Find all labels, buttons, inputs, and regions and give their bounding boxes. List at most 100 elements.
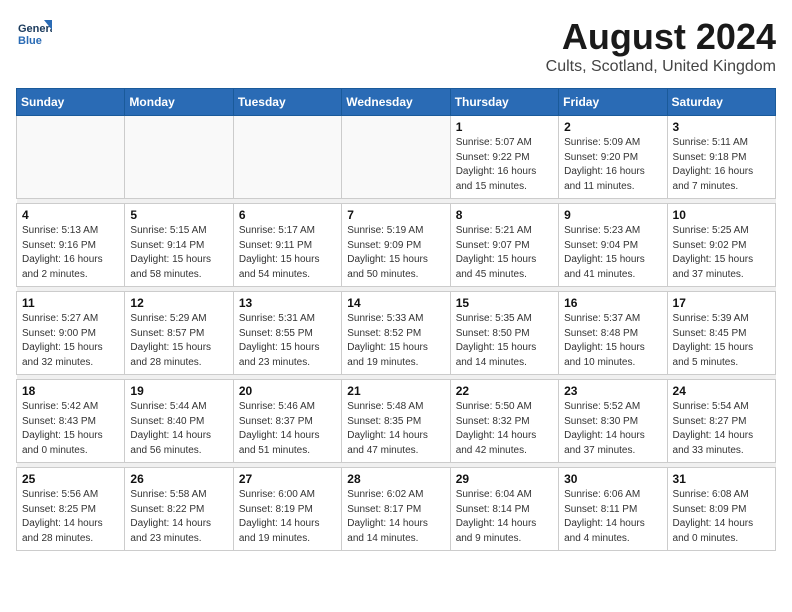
day-info: Sunrise: 5:21 AM Sunset: 9:07 PM Dayligh… [456, 224, 553, 282]
day-number: 31 [673, 472, 770, 486]
day-number: 3 [673, 120, 770, 134]
day-number: 17 [673, 296, 770, 310]
calendar-cell: 1 Sunrise: 5:07 AM Sunset: 9:22 PM Daylig… [450, 116, 558, 199]
day-info: Sunrise: 5:50 AM Sunset: 8:32 PM Dayligh… [456, 400, 553, 458]
svg-text:General: General [18, 23, 52, 35]
day-number: 1 [456, 120, 553, 134]
day-info: Sunrise: 5:46 AM Sunset: 8:37 PM Dayligh… [239, 400, 336, 458]
day-number: 5 [130, 208, 227, 222]
calendar-cell: 30Sunrise: 6:06 AM Sunset: 8:11 PM Dayli… [559, 468, 667, 551]
week-row-3: 11 Sunrise: 5:27 AM Sunset: 9:00 PM Dayli… [17, 292, 776, 375]
day-info: Sunrise: 5:23 AM Sunset: 9:04 PM Dayligh… [564, 224, 661, 282]
calendar-cell: 4Sunrise: 5:13 AM Sunset: 9:16 PM Daylig… [17, 204, 125, 287]
day-number: 27 [239, 472, 336, 486]
day-info: Sunrise: 5:33 AM Sunset: 8:52 PM Dayligh… [347, 312, 444, 370]
week-row-1: 1 Sunrise: 5:07 AM Sunset: 9:22 PM Daylig… [17, 116, 776, 199]
calendar-cell: 18 Sunrise: 5:42 AM Sunset: 8:43 PM Dayli… [17, 380, 125, 463]
weekday-header-wednesday: Wednesday [342, 89, 450, 116]
weekday-header-tuesday: Tuesday [233, 89, 341, 116]
day-info: Sunrise: 5:19 AM Sunset: 9:09 PM Dayligh… [347, 224, 444, 282]
day-info: Sunrise: 6:02 AM Sunset: 8:17 PM Dayligh… [347, 488, 444, 546]
weekday-header-friday: Friday [559, 89, 667, 116]
calendar-subtitle: Cults, Scotland, United Kingdom [546, 58, 776, 76]
week-row-4: 18 Sunrise: 5:42 AM Sunset: 8:43 PM Dayli… [17, 380, 776, 463]
day-info: Sunrise: 5:42 AM Sunset: 8:43 PM Dayligh… [22, 400, 119, 458]
calendar-cell: 29 Sunrise: 6:04 AM Sunset: 8:14 PM Dayli… [450, 468, 558, 551]
day-number: 9 [564, 208, 661, 222]
day-number: 16 [564, 296, 661, 310]
day-info: Sunrise: 5:52 AM Sunset: 8:30 PM Dayligh… [564, 400, 661, 458]
day-info: Sunrise: 5:48 AM Sunset: 8:35 PM Dayligh… [347, 400, 444, 458]
title-block: August 2024 Cults, Scotland, United King… [546, 16, 776, 76]
calendar-cell: 9 Sunrise: 5:23 AM Sunset: 9:04 PM Daylig… [559, 204, 667, 287]
calendar-cell: 19 Sunrise: 5:44 AM Sunset: 8:40 PM Dayli… [125, 380, 233, 463]
calendar-cell [342, 116, 450, 199]
day-info: Sunrise: 5:35 AM Sunset: 8:50 PM Dayligh… [456, 312, 553, 370]
day-number: 11 [22, 296, 119, 310]
day-number: 19 [130, 384, 227, 398]
day-number: 25 [22, 472, 119, 486]
day-number: 6 [239, 208, 336, 222]
day-number: 13 [239, 296, 336, 310]
calendar-cell: 6 Sunrise: 5:17 AM Sunset: 9:11 PM Daylig… [233, 204, 341, 287]
day-number: 18 [22, 384, 119, 398]
calendar-cell: 28 Sunrise: 6:02 AM Sunset: 8:17 PM Dayli… [342, 468, 450, 551]
day-info: Sunrise: 5:15 AM Sunset: 9:14 PM Dayligh… [130, 224, 227, 282]
weekday-header-monday: Monday [125, 89, 233, 116]
calendar-cell: 23Sunrise: 5:52 AM Sunset: 8:30 PM Dayli… [559, 380, 667, 463]
calendar-cell: 17 Sunrise: 5:39 AM Sunset: 8:45 PM Dayli… [667, 292, 775, 375]
week-row-2: 4Sunrise: 5:13 AM Sunset: 9:16 PM Daylig… [17, 204, 776, 287]
svg-text:Blue: Blue [18, 35, 42, 47]
weekday-header-saturday: Saturday [667, 89, 775, 116]
day-number: 22 [456, 384, 553, 398]
calendar-cell: 8 Sunrise: 5:21 AM Sunset: 9:07 PM Daylig… [450, 204, 558, 287]
week-row-5: 25 Sunrise: 5:56 AM Sunset: 8:25 PM Dayli… [17, 468, 776, 551]
day-number: 2 [564, 120, 661, 134]
day-info: Sunrise: 5:39 AM Sunset: 8:45 PM Dayligh… [673, 312, 770, 370]
calendar-title: August 2024 [546, 16, 776, 58]
day-info: Sunrise: 6:00 AM Sunset: 8:19 PM Dayligh… [239, 488, 336, 546]
calendar-cell: 11 Sunrise: 5:27 AM Sunset: 9:00 PM Dayli… [17, 292, 125, 375]
calendar-cell: 22 Sunrise: 5:50 AM Sunset: 8:32 PM Dayli… [450, 380, 558, 463]
calendar-cell: 20 Sunrise: 5:46 AM Sunset: 8:37 PM Dayli… [233, 380, 341, 463]
day-number: 24 [673, 384, 770, 398]
day-number: 8 [456, 208, 553, 222]
calendar-cell [17, 116, 125, 199]
day-info: Sunrise: 6:04 AM Sunset: 8:14 PM Dayligh… [456, 488, 553, 546]
day-info: Sunrise: 5:25 AM Sunset: 9:02 PM Dayligh… [673, 224, 770, 282]
calendar-cell: 16 Sunrise: 5:37 AM Sunset: 8:48 PM Dayli… [559, 292, 667, 375]
calendar-cell: 14 Sunrise: 5:33 AM Sunset: 8:52 PM Dayli… [342, 292, 450, 375]
calendar-cell: 2 Sunrise: 5:09 AM Sunset: 9:20 PM Daylig… [559, 116, 667, 199]
page-header: General Blue August 2024 Cults, Scotland… [16, 16, 776, 76]
day-info: Sunrise: 5:11 AM Sunset: 9:18 PM Dayligh… [673, 136, 770, 194]
day-info: Sunrise: 5:07 AM Sunset: 9:22 PM Dayligh… [456, 136, 553, 194]
day-info: Sunrise: 5:29 AM Sunset: 8:57 PM Dayligh… [130, 312, 227, 370]
day-number: 28 [347, 472, 444, 486]
weekday-header-sunday: Sunday [17, 89, 125, 116]
day-number: 21 [347, 384, 444, 398]
day-number: 26 [130, 472, 227, 486]
day-info: Sunrise: 5:56 AM Sunset: 8:25 PM Dayligh… [22, 488, 119, 546]
day-number: 7 [347, 208, 444, 222]
day-info: Sunrise: 5:37 AM Sunset: 8:48 PM Dayligh… [564, 312, 661, 370]
calendar-cell: 21 Sunrise: 5:48 AM Sunset: 8:35 PM Dayli… [342, 380, 450, 463]
calendar-cell: 24Sunrise: 5:54 AM Sunset: 8:27 PM Dayli… [667, 380, 775, 463]
day-number: 29 [456, 472, 553, 486]
day-info: Sunrise: 5:27 AM Sunset: 9:00 PM Dayligh… [22, 312, 119, 370]
day-info: Sunrise: 5:44 AM Sunset: 8:40 PM Dayligh… [130, 400, 227, 458]
day-info: Sunrise: 5:09 AM Sunset: 9:20 PM Dayligh… [564, 136, 661, 194]
day-info: Sunrise: 5:17 AM Sunset: 9:11 PM Dayligh… [239, 224, 336, 282]
calendar-cell [233, 116, 341, 199]
calendar-cell: 5 Sunrise: 5:15 AM Sunset: 9:14 PM Daylig… [125, 204, 233, 287]
day-number: 10 [673, 208, 770, 222]
weekday-header-thursday: Thursday [450, 89, 558, 116]
day-number: 20 [239, 384, 336, 398]
day-number: 14 [347, 296, 444, 310]
weekday-header-row: SundayMondayTuesdayWednesdayThursdayFrid… [17, 89, 776, 116]
calendar-cell: 15Sunrise: 5:35 AM Sunset: 8:50 PM Dayli… [450, 292, 558, 375]
day-info: Sunrise: 5:31 AM Sunset: 8:55 PM Dayligh… [239, 312, 336, 370]
day-info: Sunrise: 5:13 AM Sunset: 9:16 PM Dayligh… [22, 224, 119, 282]
calendar-cell: 31Sunrise: 6:08 AM Sunset: 8:09 PM Dayli… [667, 468, 775, 551]
calendar-cell: 13 Sunrise: 5:31 AM Sunset: 8:55 PM Dayli… [233, 292, 341, 375]
day-info: Sunrise: 6:06 AM Sunset: 8:11 PM Dayligh… [564, 488, 661, 546]
